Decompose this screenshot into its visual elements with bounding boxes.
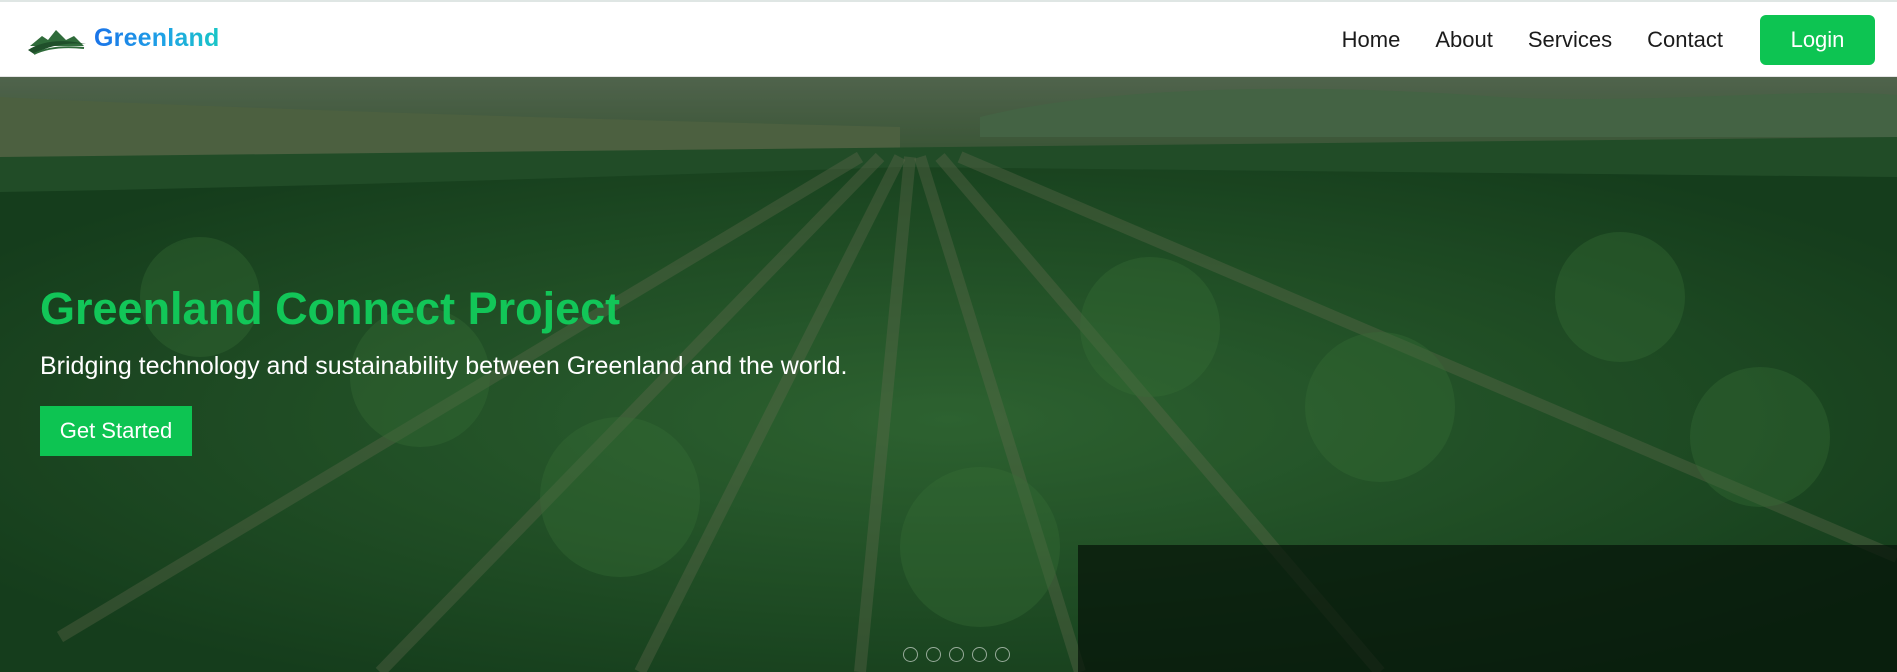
navbar: Greenland Home About Services Contact Lo…	[0, 2, 1897, 77]
leaf-mountain-logo-icon	[26, 16, 88, 61]
nav-home-link[interactable]: Home	[1342, 27, 1401, 53]
hero-carousel: Greenland Connect Project Bridging techn…	[0, 77, 1897, 672]
carousel-indicators	[903, 647, 1010, 662]
carousel-dot-2[interactable]	[926, 647, 941, 662]
nav-contact-link[interactable]: Contact	[1647, 27, 1723, 53]
dark-corner-panel	[1078, 545, 1897, 672]
get-started-button[interactable]: Get Started	[40, 406, 192, 456]
hero-title: Greenland Connect Project	[40, 283, 621, 334]
brand[interactable]: Greenland	[26, 18, 219, 58]
login-button[interactable]: Login	[1760, 14, 1875, 65]
carousel-dot-4[interactable]	[972, 647, 987, 662]
nav-about-link[interactable]: About	[1435, 27, 1493, 53]
hero-subtitle: Bridging technology and sustainability b…	[40, 352, 848, 380]
nav-services-link[interactable]: Services	[1528, 27, 1612, 53]
brand-name: Greenland	[94, 23, 220, 52]
carousel-dot-5[interactable]	[995, 647, 1010, 662]
carousel-dot-3[interactable]	[949, 647, 964, 662]
carousel-dot-1[interactable]	[903, 647, 918, 662]
main-nav: Home About Services Contact Login	[1342, 2, 1897, 77]
